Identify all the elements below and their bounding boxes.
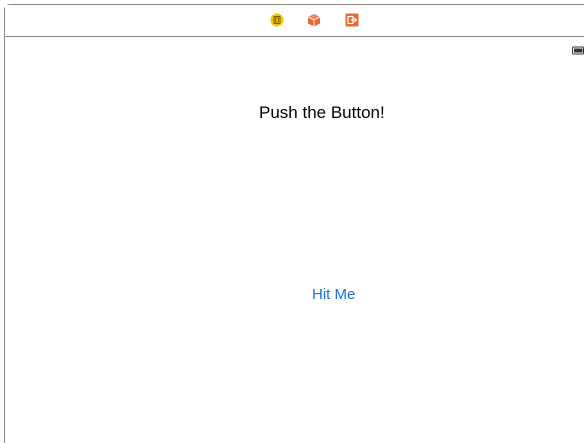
hit-me-button[interactable]: Hit Me: [312, 286, 355, 303]
view-controller-icon[interactable]: [270, 13, 284, 27]
prompt-label: Push the Button!: [259, 103, 385, 122]
first-responder-icon[interactable]: [307, 13, 321, 27]
battery-icon: [572, 42, 584, 55]
exit-icon[interactable]: [345, 13, 359, 27]
scene-dock: [5, 5, 584, 37]
storyboard-scene: Push the Button! Hit Me: [4, 4, 584, 443]
